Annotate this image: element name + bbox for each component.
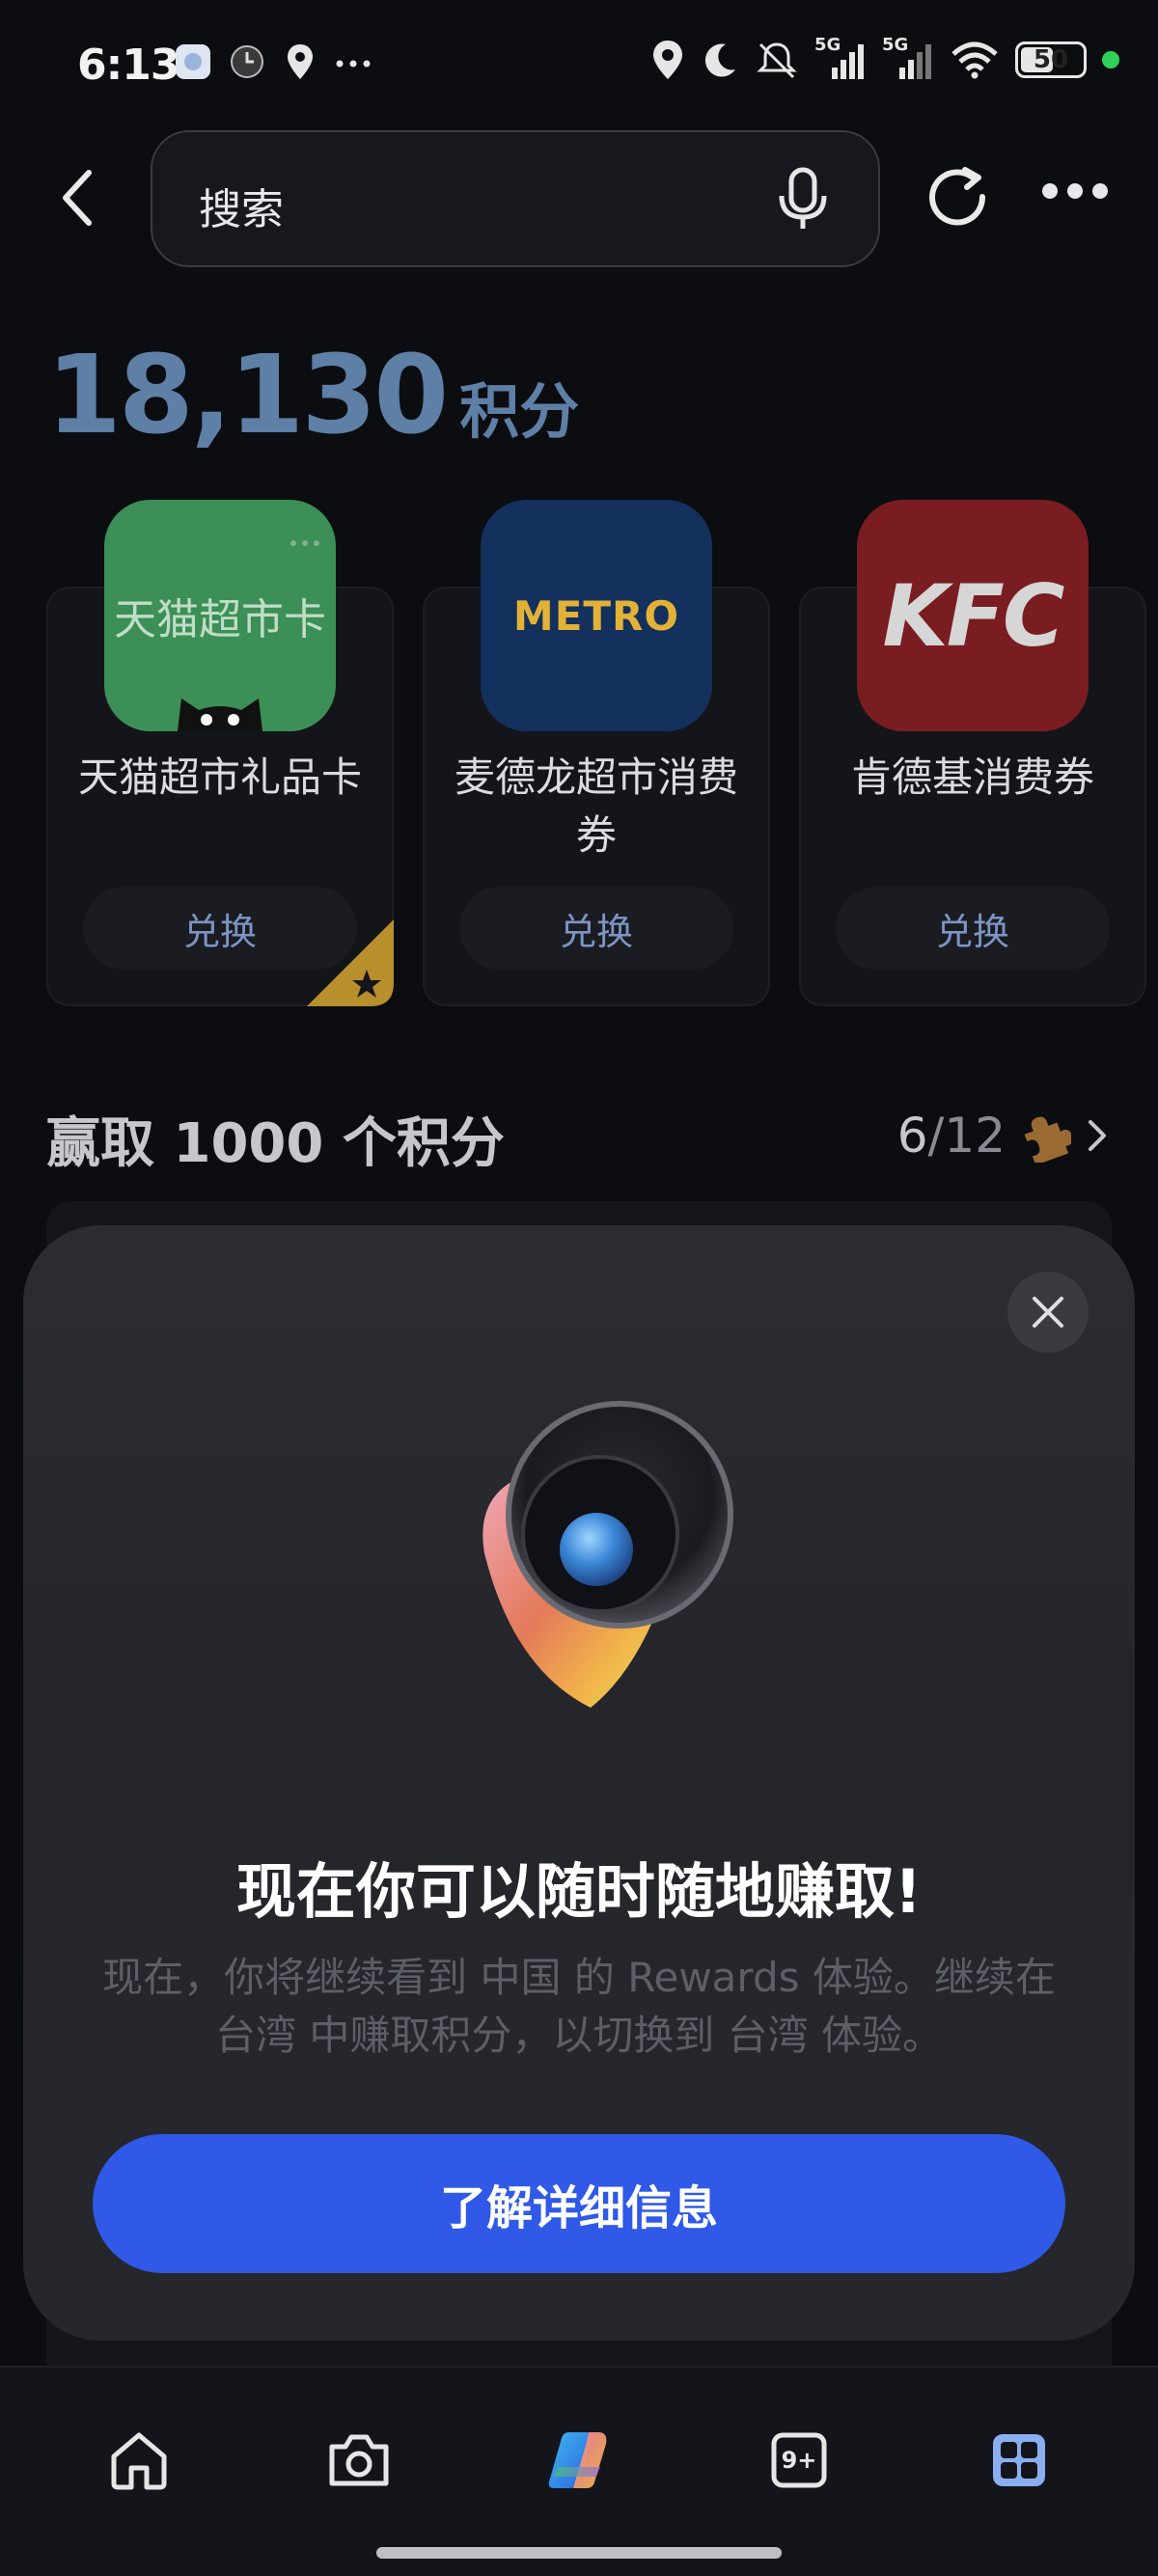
nav-home[interactable] xyxy=(93,2414,185,2507)
bottom-navigation: 9+ xyxy=(0,2366,1158,2576)
signal-2-icon: 5G xyxy=(882,35,934,81)
tmall-cat-icon xyxy=(178,699,262,731)
metro-logo-text: METRO xyxy=(512,591,680,640)
camera-icon xyxy=(329,2434,389,2486)
reward-title: 肯德基消费券 xyxy=(850,754,1094,801)
more-options-button[interactable] xyxy=(1042,183,1108,199)
home-indicator[interactable] xyxy=(376,2547,782,2559)
dot xyxy=(1067,183,1083,199)
back-button[interactable] xyxy=(48,164,106,232)
reward-title: 天猫超市礼品卡 xyxy=(77,754,362,801)
reward-title: 麦德龙超市消费券 xyxy=(454,754,738,859)
nav-camera[interactable] xyxy=(313,2414,405,2507)
battery-icon: 50 xyxy=(1015,41,1087,78)
tmall-logo-text: 天猫超市卡 xyxy=(114,595,326,644)
signal-1-icon: 5G xyxy=(814,35,867,81)
points-unit: 积分 xyxy=(459,376,580,447)
nav-copilot[interactable] xyxy=(533,2414,625,2507)
points-balance: 18,130 积分 xyxy=(46,333,579,458)
chevron-right-icon xyxy=(1089,1120,1106,1151)
search-input[interactable]: 搜索 xyxy=(199,175,284,236)
home-icon xyxy=(111,2432,167,2490)
redeem-button[interactable]: 兑换 xyxy=(459,887,733,970)
status-indicators: 5G 5G 50 xyxy=(650,35,1119,81)
wifi-icon xyxy=(951,41,998,79)
back-arrow-icon xyxy=(63,170,92,226)
region-change-modal: 现在你可以随时随地赚取! 现在，你将继续看到 中国 的 Rewards 体验。继… xyxy=(23,1225,1135,2341)
battery-level: 50 xyxy=(1033,45,1069,74)
search-box[interactable]: 搜索 xyxy=(151,130,880,267)
puzzle-icon xyxy=(1024,1116,1071,1163)
status-bar: 6:13 5G 5G 50 xyxy=(0,0,1158,130)
tabs-count-badge: 9+ xyxy=(781,2447,817,2474)
dot xyxy=(1042,183,1058,199)
earn-progress[interactable]: 6/12 xyxy=(897,1108,1112,1164)
refresh-icon[interactable] xyxy=(923,164,996,237)
learn-more-button[interactable]: 了解详细信息 xyxy=(93,2134,1065,2273)
points-value: 18,130 xyxy=(46,333,449,458)
privacy-indicator-dot xyxy=(1102,51,1119,69)
reward-card-metro[interactable]: METRO 麦德龙超市消费券 兑换 xyxy=(423,500,770,1006)
app-notification-icon xyxy=(176,44,210,79)
clock-notification-icon xyxy=(231,45,263,78)
apps-icon xyxy=(993,2434,1045,2486)
reward-card-tmall[interactable]: 天猫超市卡 天猫超市礼品卡 兑换 xyxy=(46,500,394,1006)
earn-section-title: 赢取 1000 个积分 xyxy=(46,1112,505,1175)
close-icon xyxy=(1033,1297,1063,1328)
bell-muted-icon xyxy=(757,42,797,79)
status-time: 6:13 xyxy=(77,41,179,90)
close-button[interactable] xyxy=(1007,1272,1089,1353)
modal-description: 现在，你将继续看到 中国 的 Rewards 体验。继续在 台湾 中赚取积分，以… xyxy=(102,1954,1056,2059)
location-globe-icon xyxy=(482,1401,733,1708)
progress-total: /12 xyxy=(927,1108,1006,1164)
metro-logo: METRO xyxy=(481,500,712,731)
featured-star-icon xyxy=(307,919,394,1006)
moon-icon xyxy=(704,43,735,77)
logo-dots-icon xyxy=(290,540,319,546)
location-notification-icon xyxy=(288,44,313,79)
kfc-logo-text: KFC xyxy=(882,565,1065,666)
kfc-logo: KFC xyxy=(857,500,1089,731)
nav-tabs[interactable]: 9+ xyxy=(753,2414,845,2507)
reward-card-kfc[interactable]: KFC 肯德基消费券 兑换 xyxy=(799,500,1146,1006)
modal-title: 现在你可以随时随地赚取! xyxy=(235,1856,923,1927)
microphone-icon[interactable] xyxy=(776,167,830,233)
copilot-icon xyxy=(548,2432,607,2488)
redeem-button[interactable]: 兑换 xyxy=(836,887,1110,970)
progress-done: 6 xyxy=(896,1108,928,1164)
tmall-logo: 天猫超市卡 xyxy=(104,500,336,731)
more-notifications-icon xyxy=(336,60,371,68)
nav-apps[interactable] xyxy=(973,2414,1065,2507)
dot xyxy=(1092,183,1108,199)
location-icon xyxy=(653,41,682,79)
